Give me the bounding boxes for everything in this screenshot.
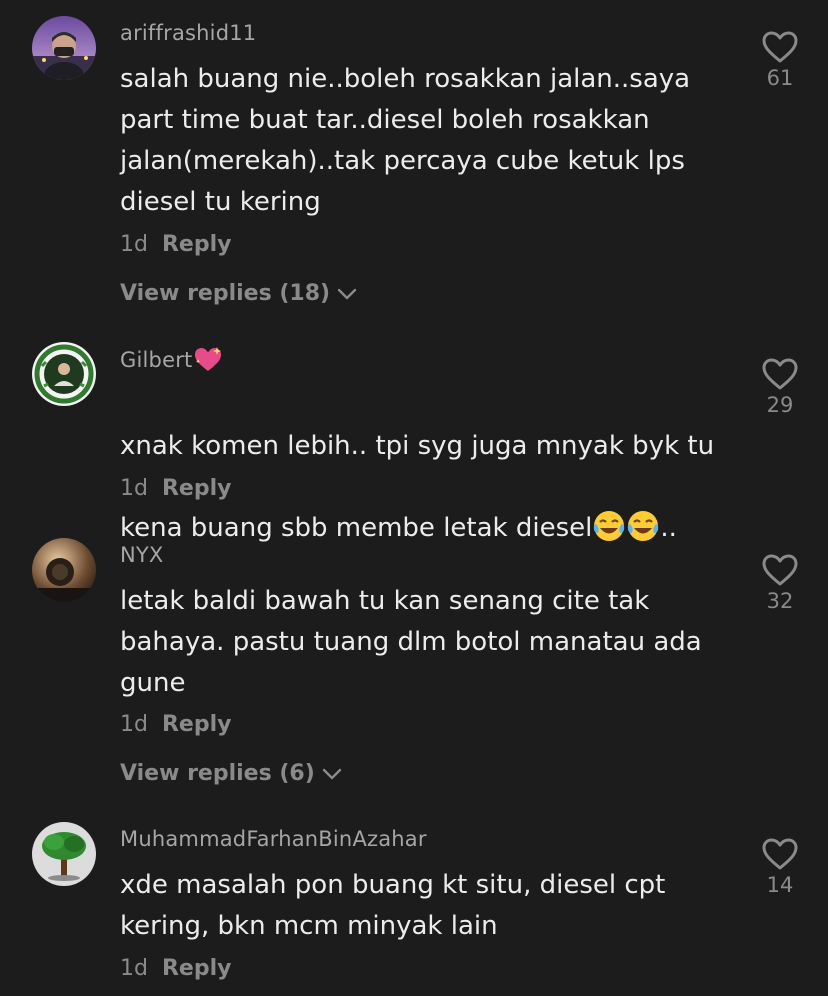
view-replies-button[interactable]: View replies (6) [120, 761, 343, 787]
comment-text-line: kena buang sbb membe letak diesel.. [120, 508, 720, 549]
comment-text: salah buang nie..boleh rosakkan jalan..s… [120, 64, 691, 217]
comment-text-line: xnak komen lebih.. tpi syg juga mnyak by… [120, 431, 715, 461]
comment-time: 1d [120, 232, 148, 257]
comment-time: 1d [120, 476, 148, 501]
view-replies-button[interactable]: View replies (18) [120, 281, 358, 307]
comment-text-segment: kena buang sbb membe letak diesel [120, 513, 593, 543]
reply-button[interactable]: Reply [162, 712, 232, 737]
username[interactable]: ariffrashid11 [120, 21, 256, 45]
like-count: 29 [766, 393, 794, 417]
view-replies-label: View replies (18) [120, 281, 331, 306]
avatar[interactable] [32, 16, 96, 80]
heart-outline-icon [762, 838, 798, 870]
username[interactable]: MuhammadFarhanBinAzahar [120, 827, 427, 851]
like-count: 32 [766, 589, 794, 613]
comment-meta: 1d Reply [120, 712, 231, 737]
like-count: 14 [766, 873, 794, 897]
heart-outline-icon [762, 31, 798, 63]
reply-button[interactable]: Reply [162, 232, 232, 257]
like-count: 61 [766, 66, 794, 90]
sparkling-heart-emoji [193, 345, 223, 378]
reply-button[interactable]: Reply [162, 956, 232, 981]
like-button[interactable]: 32 [750, 553, 810, 613]
like-button[interactable]: 61 [750, 30, 810, 90]
like-button[interactable]: 29 [750, 357, 810, 417]
avatar[interactable] [32, 822, 96, 886]
comment-meta: 1d Reply [120, 956, 231, 981]
avatar[interactable] [32, 342, 96, 406]
comment-time: 1d [120, 956, 148, 981]
username-text: Gilbert [120, 348, 193, 372]
heart-outline-icon [762, 358, 798, 390]
heart-outline-icon [762, 554, 798, 586]
chevron-down-icon [321, 762, 343, 787]
username[interactable]: Gilbert [120, 345, 223, 378]
comment-text-segment: .. [660, 513, 677, 543]
avatar[interactable] [32, 538, 96, 602]
view-replies-label: View replies (6) [120, 761, 315, 786]
comment-text: letak baldi bawah tu kan senang cite tak… [120, 586, 702, 698]
comment-text: xde masalah pon buang kt situ, diesel cp… [120, 870, 666, 941]
reply-button[interactable]: Reply [162, 476, 232, 501]
username[interactable]: NYX [120, 543, 164, 567]
like-button[interactable]: 14 [750, 837, 810, 897]
comment-meta: 1d Reply [120, 232, 231, 257]
comment-time: 1d [120, 712, 148, 737]
comment-meta: 1d Reply [120, 476, 231, 501]
chevron-down-icon [336, 282, 358, 307]
tears-of-joy-emoji [592, 509, 626, 543]
tears-of-joy-emoji [626, 509, 660, 543]
